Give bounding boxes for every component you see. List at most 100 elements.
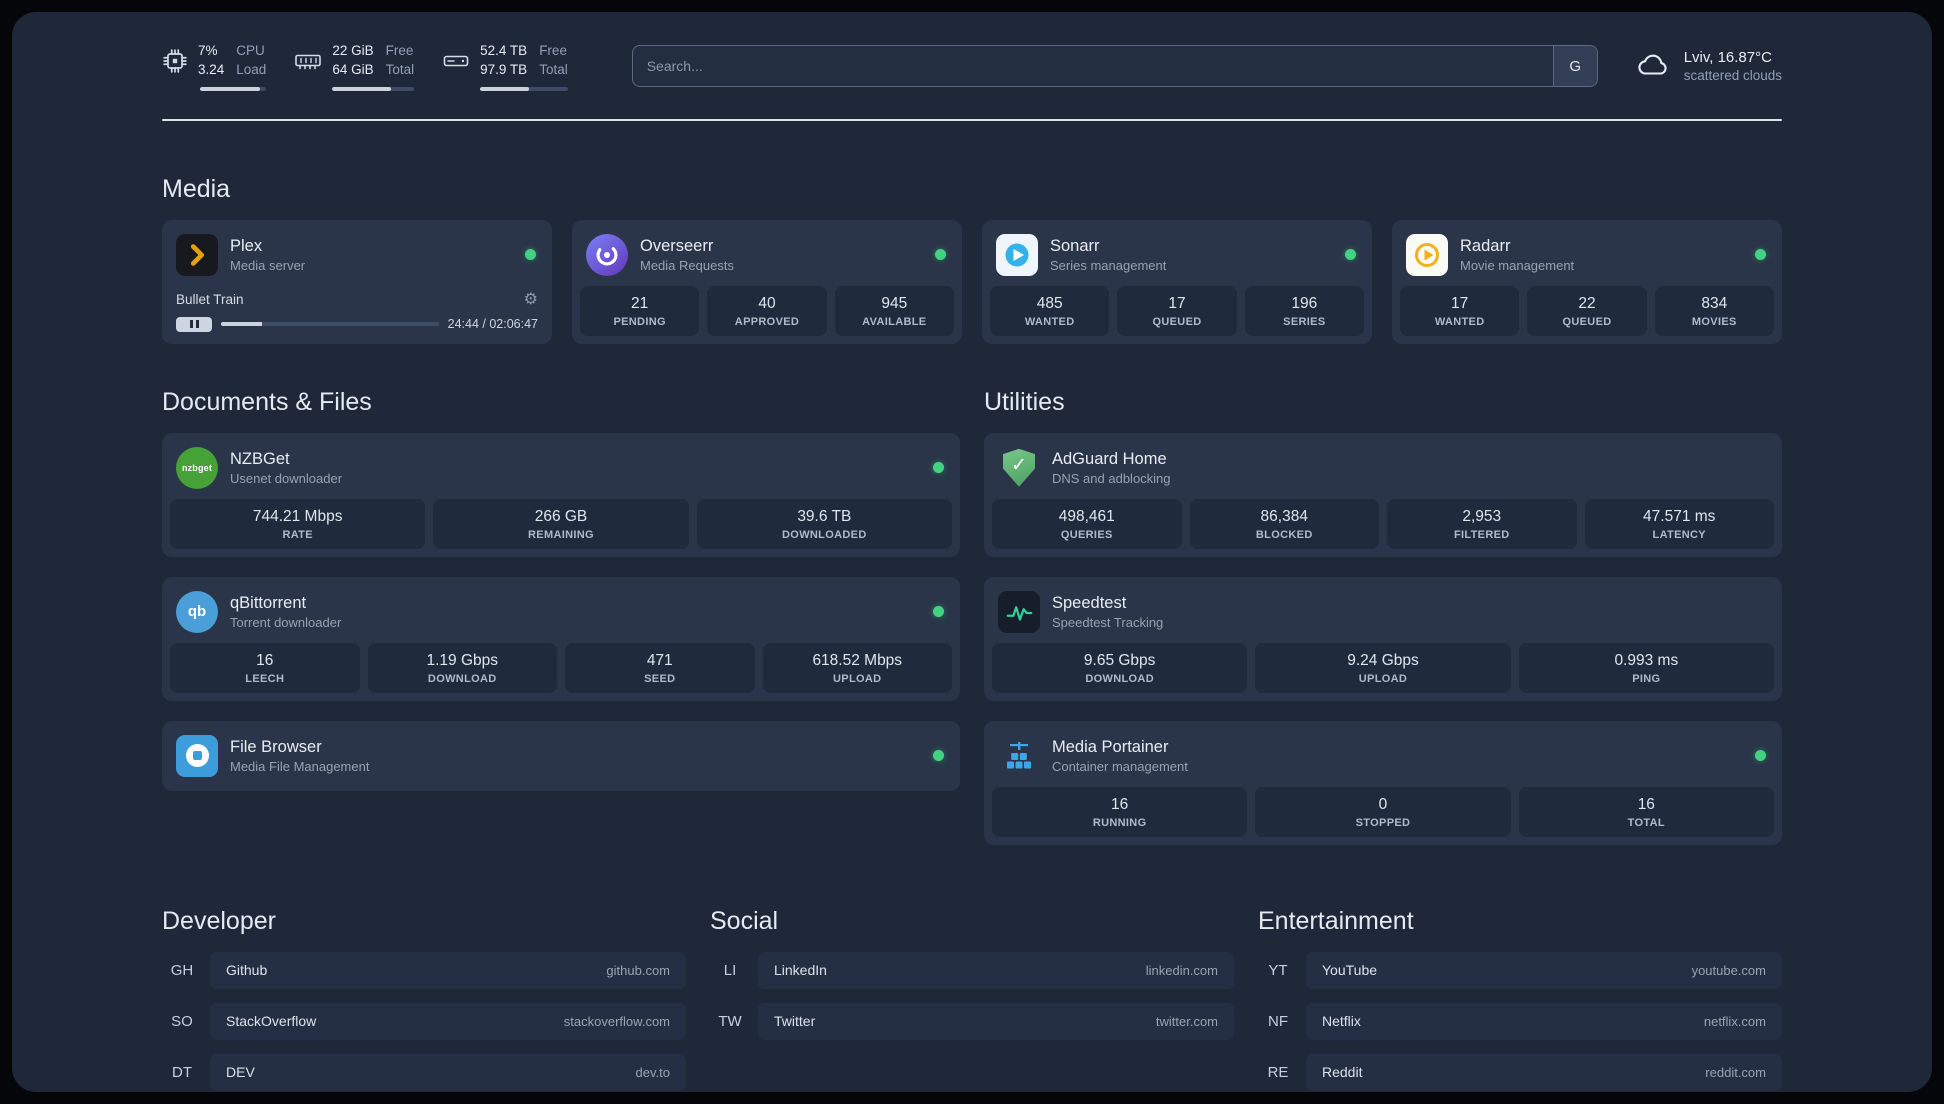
stat-tile: 1.19 Gbps DOWNLOAD xyxy=(367,642,557,693)
bookmark-abbr: YT xyxy=(1268,961,1288,979)
bookmark-youtube[interactable]: YT YouTube youtube.com xyxy=(1258,951,1782,989)
disk-progress-bar xyxy=(480,86,568,91)
search-input[interactable] xyxy=(631,45,1598,88)
stat-tile: 0 STOPPED xyxy=(1255,786,1511,837)
stat-tile: 618.52 Mbps UPLOAD xyxy=(762,642,952,693)
service-link-adguard[interactable]: ✓ AdGuard Home DNS and adblocking xyxy=(992,441,1774,499)
bookmark-name: Netflix xyxy=(1322,1013,1361,1030)
gear-icon[interactable]: ⚙ xyxy=(524,291,538,308)
status-dot xyxy=(935,249,946,261)
bookmark-url: youtube.com xyxy=(1691,962,1766,978)
bookmarks-area: Developer GH Github github.com SO StackOv… xyxy=(162,907,1782,1092)
service-name: Sonarr xyxy=(1050,236,1100,255)
disk-total-label: Total xyxy=(539,61,568,77)
header-divider xyxy=(162,118,1782,121)
stat-tile: 47.571 ms LATENCY xyxy=(1584,498,1774,549)
weather-widget: Lviv, 16.87°C scattered clouds xyxy=(1634,49,1782,83)
bookmark-name: LinkedIn xyxy=(774,962,827,979)
bookmark-github[interactable]: GH Github github.com xyxy=(162,951,686,989)
section-utilities: Utilities ✓ AdGuard Home DNS and adblock… xyxy=(984,388,1782,845)
service-link-filebrowser[interactable]: File Browser Media File Management xyxy=(170,729,952,783)
now-playing-title: Bullet Train xyxy=(176,292,244,308)
service-subtitle: Media Requests xyxy=(640,257,734,273)
service-link-overseerr[interactable]: Overseerr Media Requests xyxy=(580,228,954,286)
stat-tile: 21 PENDING xyxy=(580,285,700,336)
service-link-qbittorrent[interactable]: qb qBittorrent Torrent downloader xyxy=(170,585,952,643)
stat-tile: 16 RUNNING xyxy=(992,786,1248,837)
service-link-radarr[interactable]: Radarr Movie management xyxy=(1400,228,1774,286)
stat-tile: 39.6 TB DOWNLOADED xyxy=(696,498,952,549)
cloud-icon xyxy=(1634,50,1672,83)
bookmark-name: Reddit xyxy=(1322,1064,1363,1081)
qbittorrent-icon: qb xyxy=(176,590,218,633)
service-subtitle: Media server xyxy=(230,257,306,273)
bookmark-twitter[interactable]: TW Twitter twitter.com xyxy=(710,1002,1234,1040)
disk-widget: 52.4 TB 97.9 TB Free Total xyxy=(442,42,568,91)
now-playing-widget: Bullet Train ⚙ 24:44 / 02:06:47 xyxy=(170,290,544,336)
speedtest-icon xyxy=(998,590,1040,633)
service-link-nzbget[interactable]: nzbget NZBGet Usenet downloader xyxy=(170,441,952,499)
bookmark-netflix[interactable]: NF Netflix netflix.com xyxy=(1258,1002,1782,1040)
stat-tile: 196 SERIES xyxy=(1244,285,1364,336)
service-name: Media Portainer xyxy=(1052,737,1169,756)
bookmark-reddit[interactable]: RE Reddit reddit.com xyxy=(1258,1053,1782,1091)
stat-tile: 17 QUEUED xyxy=(1117,285,1237,336)
stat-tile: 16 TOTAL xyxy=(1518,786,1774,837)
stat-tile: 834 MOVIES xyxy=(1654,285,1774,336)
disk-icon xyxy=(442,48,470,74)
memory-widget: 22 GiB 64 GiB Free Total xyxy=(294,42,415,91)
bookmark-name: DEV xyxy=(226,1064,255,1081)
status-dot xyxy=(1345,249,1356,261)
dashboard-content: 7% 3.24 CPU Load 22 GiB 64 GiB Free Tota… xyxy=(162,42,1782,1092)
bookmark-linkedin[interactable]: LI LinkedIn linkedin.com xyxy=(710,951,1234,989)
status-dot xyxy=(525,249,536,261)
adguard-icon: ✓ xyxy=(998,447,1040,489)
section-title-utilities: Utilities xyxy=(984,387,1065,416)
memory-progress-bar xyxy=(332,86,415,91)
service-subtitle: Series management xyxy=(1050,257,1167,273)
service-link-plex[interactable]: Plex Media server xyxy=(170,228,544,286)
sonarr-icon xyxy=(996,233,1038,276)
search-provider-button[interactable]: G xyxy=(1552,46,1597,87)
disk-free-value: 52.4 TB xyxy=(480,43,528,58)
stat-tile: 498,461 QUERIES xyxy=(992,498,1182,549)
service-subtitle: DNS and adblocking xyxy=(1052,470,1171,486)
service-link-speedtest[interactable]: Speedtest Speedtest Tracking xyxy=(992,585,1774,643)
stat-tile: 86,384 BLOCKED xyxy=(1189,498,1379,549)
status-dot xyxy=(1755,249,1766,261)
service-card-adguard: ✓ AdGuard Home DNS and adblocking 498,46… xyxy=(984,432,1782,557)
bookmark-group-developer: Developer GH Github github.com SO StackOv… xyxy=(162,907,686,1092)
nzbget-icon: nzbget xyxy=(176,446,218,489)
cpu-usage-value: 7% xyxy=(198,43,218,58)
stat-tile: 17 WANTED xyxy=(1400,285,1520,336)
stat-tile: 22 QUEUED xyxy=(1527,285,1647,336)
service-link-portainer[interactable]: Media Portainer Container management xyxy=(992,729,1774,787)
stat-tile: 9.24 Gbps UPLOAD xyxy=(1255,642,1511,693)
service-name: File Browser xyxy=(230,737,322,756)
bookmark-group-title: Developer xyxy=(162,906,276,935)
stat-tile: 2,953 FILTERED xyxy=(1387,498,1577,549)
service-link-sonarr[interactable]: Sonarr Series management xyxy=(990,228,1364,286)
service-name: NZBGet xyxy=(230,449,290,468)
bookmark-abbr: TW xyxy=(718,1012,742,1030)
section-documents: Documents & Files nzbget NZBGet Usenet d… xyxy=(162,388,960,791)
stat-tile: 266 GB REMAINING xyxy=(433,498,689,549)
memory-total-label: Total xyxy=(385,61,415,77)
bookmark-group-title: Social xyxy=(710,906,779,935)
cpu-load-label: Load xyxy=(236,61,267,77)
status-dot xyxy=(933,750,944,762)
bookmark-url: github.com xyxy=(606,962,670,978)
bookmark-dev[interactable]: DT DEV dev.to xyxy=(162,1053,686,1091)
pause-button[interactable] xyxy=(176,316,212,332)
service-card-qbittorrent: qb qBittorrent Torrent downloader 16 LEEC… xyxy=(162,576,960,701)
memory-icon xyxy=(294,48,322,74)
bookmark-group-entertainment: Entertainment YT YouTube youtube.com NF N… xyxy=(1258,907,1782,1092)
bookmark-name: StackOverflow xyxy=(226,1013,317,1030)
service-subtitle: Torrent downloader xyxy=(230,614,342,630)
playback-progress xyxy=(221,322,439,327)
disk-free-label: Free xyxy=(539,43,567,58)
bookmark-stackoverflow[interactable]: SO StackOverflow stackoverflow.com xyxy=(162,1002,686,1040)
disk-total-value: 97.9 TB xyxy=(480,61,528,77)
stat-tile: 744.21 Mbps RATE xyxy=(170,498,426,549)
stat-tile: 945 AVAILABLE xyxy=(834,285,954,336)
